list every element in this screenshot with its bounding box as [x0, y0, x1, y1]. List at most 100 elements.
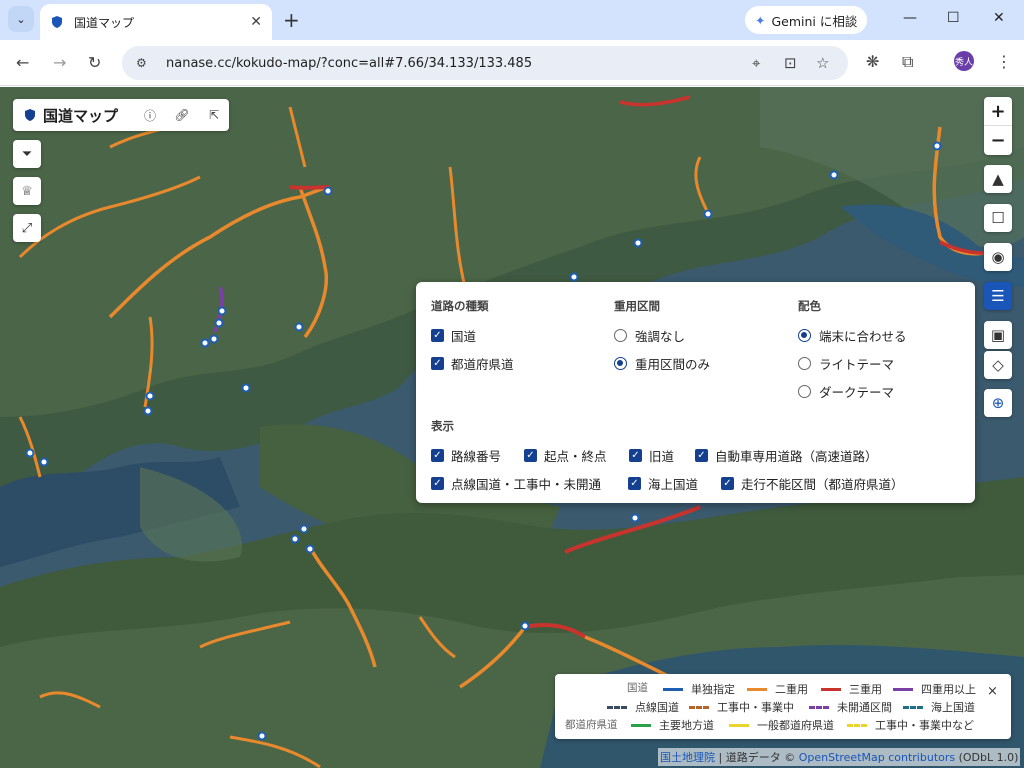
eye-icon: ◉: [991, 248, 1005, 266]
legend-item: 未開通区間: [809, 699, 892, 715]
url-text[interactable]: nanase.cc/kokudo-map/?conc=all#7.66/34.1…: [166, 56, 532, 71]
chevron-down-icon: ⌄: [16, 12, 26, 26]
color-device[interactable]: 端末に合わせる: [798, 326, 907, 345]
zoom-in-button[interactable]: +: [984, 97, 1012, 126]
sliders-button[interactable]: ☰: [984, 282, 1012, 310]
radio-icon: [614, 357, 627, 370]
location-pin-icon[interactable]: ⌖: [752, 54, 760, 72]
map-title: 国道マップ: [43, 106, 119, 125]
forward-button[interactable]: →: [53, 53, 66, 72]
tune-icon[interactable]: ⚙: [136, 56, 152, 70]
legend-item: 四重用以上: [893, 681, 976, 697]
attribution-sep: | 道路データ ©: [715, 751, 799, 764]
puzzle-icon[interactable]: ⧉: [902, 52, 913, 72]
checkbox-icon: ✓: [431, 449, 444, 462]
display-old-road[interactable]: ✓ 旧道: [629, 446, 674, 465]
gsi-link[interactable]: 国土地理院: [660, 749, 715, 765]
checkbox-icon: ✓: [431, 477, 444, 490]
openai-icon[interactable]: ❋: [866, 52, 879, 71]
new-tab-button[interactable]: +: [283, 8, 300, 32]
color-dark[interactable]: ダークテーマ: [798, 382, 894, 401]
option-label: 海上国道: [648, 477, 699, 492]
legend: 国道 単独指定 二重用 三重用 四重用以上 点線国道 工事中・事業中 未開通区間…: [555, 674, 1011, 739]
link-icon[interactable]: 🔗︎: [173, 108, 191, 122]
option-label: 旧道: [649, 449, 675, 464]
ranking-button[interactable]: ♕: [13, 177, 41, 205]
eye-button[interactable]: ◉: [984, 243, 1012, 271]
minimize-button[interactable]: —: [903, 10, 917, 26]
radio-icon: [614, 329, 627, 342]
legend-prefectural-label: 都道府県道: [565, 719, 618, 731]
filter-button[interactable]: ⏷: [13, 140, 41, 168]
overlap-only[interactable]: 重用区間のみ: [614, 354, 710, 373]
legend-item: 点線国道: [607, 699, 679, 715]
image-button[interactable]: ▣: [984, 321, 1012, 349]
legend-item: 三重用: [821, 681, 882, 697]
zoom-control: + −: [984, 97, 1012, 155]
tab-search-button[interactable]: ⌄: [8, 6, 34, 32]
radio-icon: [798, 357, 811, 370]
checkbox-icon: ✓: [628, 477, 641, 490]
map-canvas[interactable]: 国道マップ ⓘ 🔗︎ ⇱ ⏷ ♕ ⤢ + − ▲ ☐ ◉ ☰ ▣ ◇ ⊕ 道路の…: [0, 87, 1024, 768]
overlap-none[interactable]: 強調なし: [614, 326, 685, 345]
radio-icon: [798, 385, 811, 398]
drop-icon: ◇: [992, 356, 1004, 374]
checkbox-icon: ✓: [524, 449, 537, 462]
road-type-kokudo[interactable]: ✓ 国道: [431, 326, 476, 345]
close-icon[interactable]: ✕: [250, 14, 262, 30]
map-title-bar: 国道マップ ⓘ 🔗︎ ⇱: [13, 99, 229, 131]
square-icon: ☐: [991, 209, 1005, 227]
close-window-button[interactable]: ✕: [993, 10, 1005, 26]
display-sea-route[interactable]: ✓ 海上国道: [628, 474, 698, 493]
option-label: 起点・終点: [544, 449, 607, 464]
checkbox-icon: ✓: [629, 449, 642, 462]
attribution: 国土地理院 | 道路データ © OpenStreetMap contributo…: [658, 748, 1020, 766]
color-light[interactable]: ライトテーマ: [798, 354, 894, 373]
locate-icon: ⊕: [991, 394, 1005, 412]
road-type-prefectural[interactable]: ✓ 都道府県道: [431, 354, 514, 373]
drop-button[interactable]: ◇: [984, 351, 1012, 379]
omnibox[interactable]: ⚙ nanase.cc/kokudo-map/?conc=all#7.66/34…: [122, 46, 848, 80]
display-dotted[interactable]: ✓ 点線国道・工事中・未開通: [431, 474, 601, 493]
sliders-icon: ☰: [991, 287, 1005, 305]
option-label: 走行不能区間（都道府県道）: [741, 477, 904, 492]
gemini-button[interactable]: ✦ Gemini に相談: [745, 6, 867, 34]
display-endpoints[interactable]: ✓ 起点・終点: [524, 446, 607, 465]
back-button[interactable]: ←: [16, 53, 29, 72]
display-expressway[interactable]: ✓ 自動車専用道路（高速道路）: [695, 446, 878, 465]
maximize-button[interactable]: ☐: [947, 10, 960, 26]
active-tab[interactable]: 国道マップ ✕: [40, 4, 272, 40]
info-icon[interactable]: ⓘ: [141, 107, 159, 124]
option-label: ライトテーマ: [819, 357, 895, 372]
settings-panel: 道路の種類 ✓ 国道 ✓ 都道府県道 重用区間 強調なし 重用区間のみ 配色 端末に…: [416, 282, 975, 503]
route-button[interactable]: ⤢: [13, 214, 41, 242]
overlap-heading: 重用区間: [614, 299, 660, 313]
install-app-icon[interactable]: ⊡: [784, 54, 797, 72]
image-icon: ▣: [990, 326, 1006, 344]
legend-close-icon[interactable]: ×: [987, 684, 998, 699]
tab-title: 国道マップ: [74, 15, 135, 30]
option-label: 端末に合わせる: [819, 329, 907, 344]
compass-button[interactable]: ▲: [984, 165, 1012, 193]
zoom-out-button[interactable]: −: [984, 126, 1012, 155]
display-impassable[interactable]: ✓ 走行不能区間（都道府県道）: [721, 474, 904, 493]
avatar[interactable]: 秀人: [954, 51, 974, 71]
reload-button[interactable]: ↻: [88, 53, 101, 72]
shield-icon: [52, 16, 62, 28]
display-heading: 表示: [431, 419, 454, 433]
legend-kokudo-label: 国道: [627, 682, 648, 694]
legend-item: 単独指定: [663, 681, 735, 697]
legend-item: 工事中・事業中など: [847, 717, 974, 733]
external-link-icon[interactable]: ⇱: [205, 108, 223, 122]
osm-link[interactable]: OpenStreetMap contributors: [799, 751, 955, 764]
star-icon[interactable]: ☆: [816, 54, 829, 72]
kebab-menu-icon[interactable]: ⋮: [996, 52, 1012, 71]
legend-item: 工事中・事業中: [689, 699, 794, 715]
square-button[interactable]: ☐: [984, 204, 1012, 232]
address-bar: ← → ↻ ⚙ nanase.cc/kokudo-map/?conc=all#7…: [0, 40, 1024, 86]
trophy-icon: ♕: [21, 183, 33, 199]
display-route-number[interactable]: ✓ 路線番号: [431, 446, 501, 465]
option-label: 国道: [451, 329, 477, 344]
locate-button[interactable]: ⊕: [984, 389, 1012, 417]
attribution-license: (ODbL 1.0): [955, 750, 1019, 764]
